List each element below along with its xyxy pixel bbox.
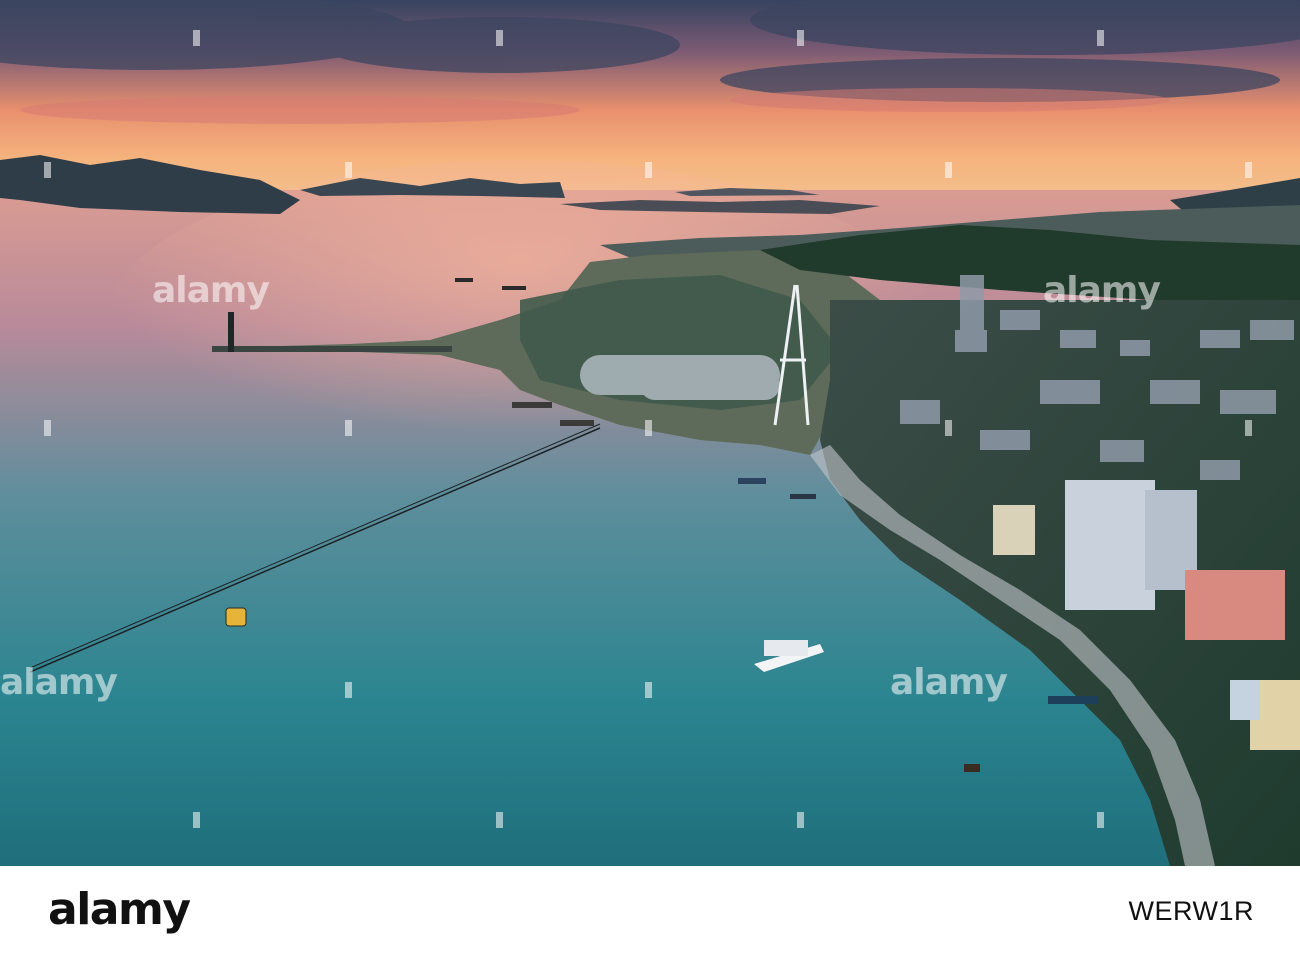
lighthouse	[228, 312, 234, 352]
watermark-dot	[1097, 30, 1104, 46]
photo: alamy alamy alamy alamy	[0, 0, 1300, 866]
watermark-dot	[945, 162, 952, 178]
watermark-dot	[645, 162, 652, 178]
watermark-dot	[345, 162, 352, 178]
watermark-dot	[496, 812, 503, 828]
image-id: WERW1R	[1128, 896, 1254, 926]
footer-bar: alamy WERW1R	[0, 866, 1300, 956]
watermark-dot	[1245, 420, 1252, 436]
watermark-dot	[44, 162, 51, 178]
watermark-dot	[496, 30, 503, 46]
watermark-dot	[44, 420, 51, 436]
watermark-dot	[945, 420, 952, 436]
watermark-dot	[1245, 162, 1252, 178]
watermark-dot	[345, 682, 352, 698]
pier	[212, 346, 452, 352]
watermark-dot	[345, 420, 352, 436]
watermark-dot	[645, 682, 652, 698]
barge	[1048, 696, 1098, 704]
watermark-dot	[193, 30, 200, 46]
watermark-dot	[797, 812, 804, 828]
alamy-logo: alamy	[48, 884, 191, 935]
watermark-dot	[797, 30, 804, 46]
watermark-dot	[1097, 812, 1104, 828]
hotel-tower	[1065, 480, 1155, 610]
watermark-dot	[193, 812, 200, 828]
watermark-dot	[645, 420, 652, 436]
hotel-red	[1185, 570, 1285, 640]
cable-car	[225, 607, 247, 627]
